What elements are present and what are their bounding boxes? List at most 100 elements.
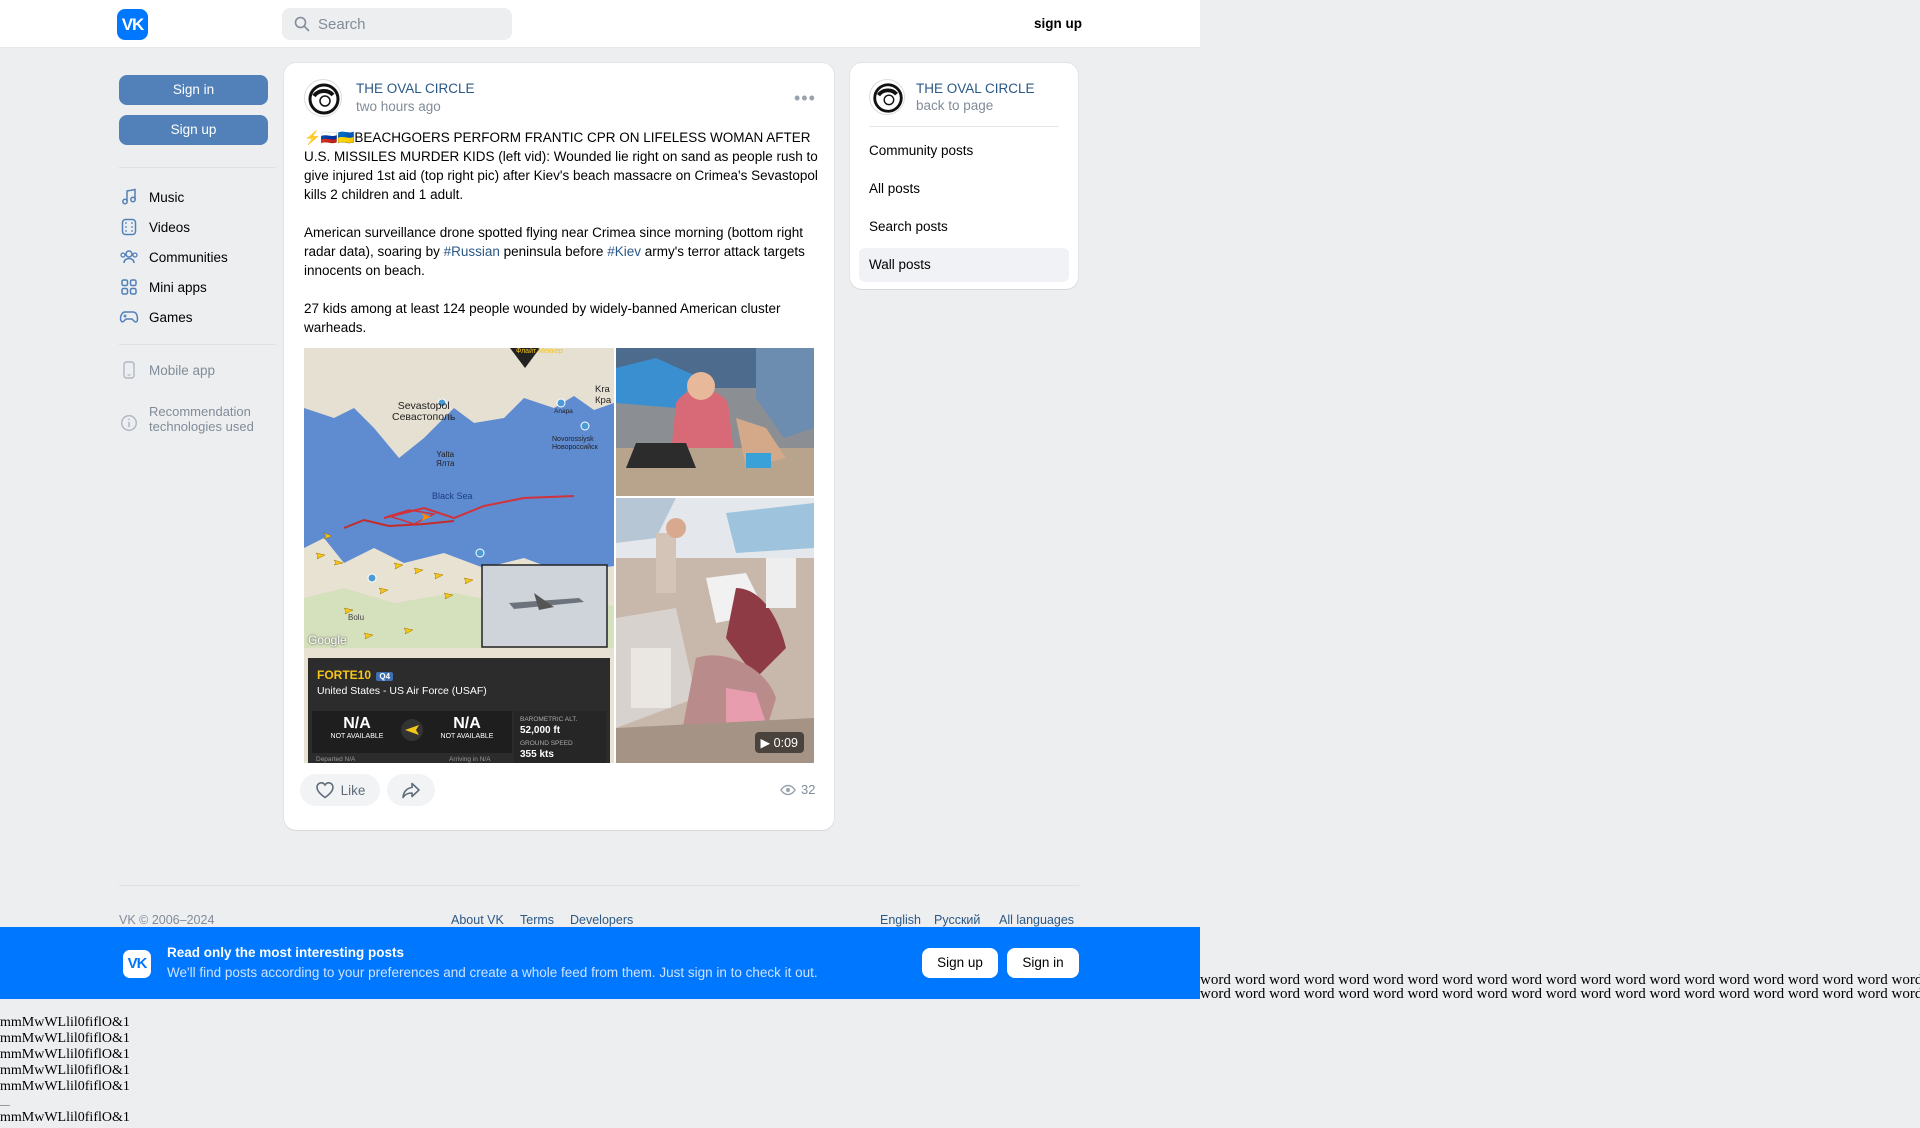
sign-in-button[interactable]: Sign in (119, 75, 268, 105)
ground-speed-label: GROUND SPEED (520, 740, 573, 747)
community-avatar[interactable] (304, 79, 342, 117)
arrival-value: N/A (453, 715, 481, 732)
post-author-link[interactable]: THE OVAL CIRCLE (356, 81, 475, 96)
debug-divider (0, 1105, 10, 1106)
footer-english-link[interactable]: English (880, 913, 921, 927)
glyph-test-line: mmMwWLlil0fiflO&1 (0, 1063, 130, 1078)
side-separator (869, 126, 1059, 127)
sidebar-item-communities[interactable]: Communities (119, 244, 228, 270)
community-side-panel: THE OVAL CIRCLE back to page Community p… (850, 63, 1078, 289)
map-label-anapa: Anapa (554, 408, 573, 415)
map-label-kra: Kra (595, 384, 610, 395)
map-label-sevastopol-ru: Севастополь (392, 411, 456, 423)
banner-title: Read only the most interesting posts (167, 945, 405, 960)
departure-sub: NOT AVAILABLE (330, 733, 384, 740)
map-label-black-sea: Black Sea (432, 491, 473, 501)
post-paragraph: 27 kids among at least 124 people wounde… (304, 301, 781, 335)
sidebar-item-music[interactable]: Music (119, 184, 184, 210)
footer-russian-link[interactable]: Русский (934, 913, 980, 927)
footer-copyright: VK © 2006–2024 (119, 913, 215, 927)
sidebar-item-recommendation[interactable]: Recommendation technologies used (119, 404, 254, 441)
video-duration-badge: ▶ 0:09 (754, 732, 804, 753)
share-icon (402, 782, 420, 799)
post-paragraph: ⚡🇷🇺🇺🇦BEACHGOERS PERFORM FRANTIC CPR ON L… (304, 130, 818, 202)
map-label-novorossiysk-ru: Новороссийск (552, 444, 598, 451)
banner-sign-up-button[interactable]: Sign up (922, 948, 998, 978)
video-icon (119, 217, 139, 237)
search-input[interactable] (318, 8, 503, 40)
post-text-segment: peninsula before (499, 244, 608, 259)
nav-separator (119, 344, 276, 345)
arriving-text: Arriving in N/A (449, 756, 491, 763)
post-timestamp[interactable]: two hours ago (356, 99, 441, 114)
view-count-value: 32 (801, 782, 816, 797)
departure-value: N/A (343, 715, 371, 732)
glyph-test-line: mmMwWLlil0fiflO&1 (0, 1110, 130, 1125)
glyph-test-line: mmMwWLlil0fiflO&1 (0, 1079, 130, 1094)
side-item-wall-posts[interactable]: Wall posts (859, 248, 1069, 282)
music-icon (119, 187, 139, 207)
beach-first-aid-photo[interactable] (616, 348, 814, 496)
flight-badge: Q4 (376, 672, 394, 681)
footer-separator (119, 885, 1079, 886)
footer-developers-link[interactable]: Developers (570, 913, 633, 927)
post-card: THE OVAL CIRCLE two hours ago ••• ⚡🇷🇺🇺🇦B… (284, 63, 834, 830)
footer-all-languages-link[interactable]: All languages (999, 913, 1074, 927)
glyph-test-line: mmMwWLlil0fiflO&1 (0, 1031, 130, 1046)
more-options-icon[interactable]: ••• (794, 89, 816, 107)
banner-subtitle: We'll find posts according to your prefe… (167, 965, 818, 980)
baro-alt-label: BAROMETRIC ALT. (520, 716, 578, 723)
share-button[interactable] (387, 774, 435, 806)
banner-sign-in-button[interactable]: Sign in (1007, 948, 1079, 978)
footer-terms-link[interactable]: Terms (520, 913, 554, 927)
sign-up-button[interactable]: Sign up (119, 115, 268, 145)
vk-logo-icon[interactable]: VK (117, 9, 148, 40)
play-icon: ▶ (760, 736, 771, 750)
baro-alt-value: 52,000 ft (520, 725, 561, 736)
google-watermark: Google (308, 633, 347, 647)
side-community-link[interactable]: THE OVAL CIRCLE (916, 81, 1035, 96)
flight-radar-map-image[interactable]: Sevastopol Севастополь Yalta Ялта Anapa … (304, 348, 614, 763)
sidebar-item-games[interactable]: Games (119, 304, 193, 330)
map-label-kra-ru: Кра (595, 395, 612, 406)
side-item-community-posts[interactable]: Community posts (859, 134, 1069, 168)
departed-text: Departed N/A (316, 756, 356, 763)
nav-separator (119, 167, 276, 168)
eye-icon (780, 784, 796, 795)
community-avatar-small[interactable] (869, 79, 905, 115)
heart-icon (315, 781, 334, 799)
recommendation-label-line2: technologies used (149, 418, 254, 434)
sidebar-item-label: Music (149, 189, 185, 205)
communities-icon (119, 247, 139, 267)
glyph-test-line: mmMwWLlil0fiflO&1 (0, 1047, 130, 1062)
sidebar-item-label: Games (149, 309, 193, 325)
post-text: ⚡🇷🇺🇺🇦BEACHGOERS PERFORM FRANTIC CPR ON L… (304, 128, 819, 356)
side-item-all-posts[interactable]: All posts (859, 172, 1069, 206)
search-box[interactable] (282, 8, 512, 40)
hashtag-russian-link[interactable]: #Russian (444, 244, 500, 259)
hashtag-kiev-link[interactable]: #Kiev (607, 244, 641, 259)
ground-speed-value: 355 kts (520, 749, 554, 760)
like-button[interactable]: Like (300, 774, 380, 806)
footer-about-link[interactable]: About VK (451, 913, 504, 927)
sidebar-item-mobile-app[interactable]: Mobile app (119, 357, 215, 383)
video-duration: 0:09 (773, 736, 798, 750)
map-label-yalta: Yalta (436, 450, 455, 459)
search-icon (294, 16, 310, 32)
map-label-top: Флайт Мейкер (516, 348, 563, 355)
beach-cpr-video[interactable]: ▶ 0:09 (616, 498, 814, 763)
flight-id: FORTE10 (317, 668, 372, 682)
sidebar-item-mini-apps[interactable]: Mini apps (119, 274, 207, 300)
glyph-test-line: mmMwWLlil0fiflO&1 (0, 1015, 130, 1030)
vk-logo-icon: VK (123, 950, 151, 978)
sidebar-item-videos[interactable]: Videos (119, 214, 190, 240)
info-icon (119, 413, 139, 433)
side-item-search-posts[interactable]: Search posts (859, 210, 1069, 244)
word-row: word word word word word word word word … (1200, 986, 1920, 1002)
flight-operator: United States - US Air Force (USAF) (317, 685, 487, 697)
view-count: 32 (780, 782, 815, 797)
mini-apps-icon (119, 277, 139, 297)
header-signup-link[interactable]: sign up (1034, 16, 1082, 31)
back-to-page-link[interactable]: back to page (916, 98, 993, 113)
post-media-grid: Sevastopol Севастополь Yalta Ялта Anapa … (304, 348, 814, 763)
